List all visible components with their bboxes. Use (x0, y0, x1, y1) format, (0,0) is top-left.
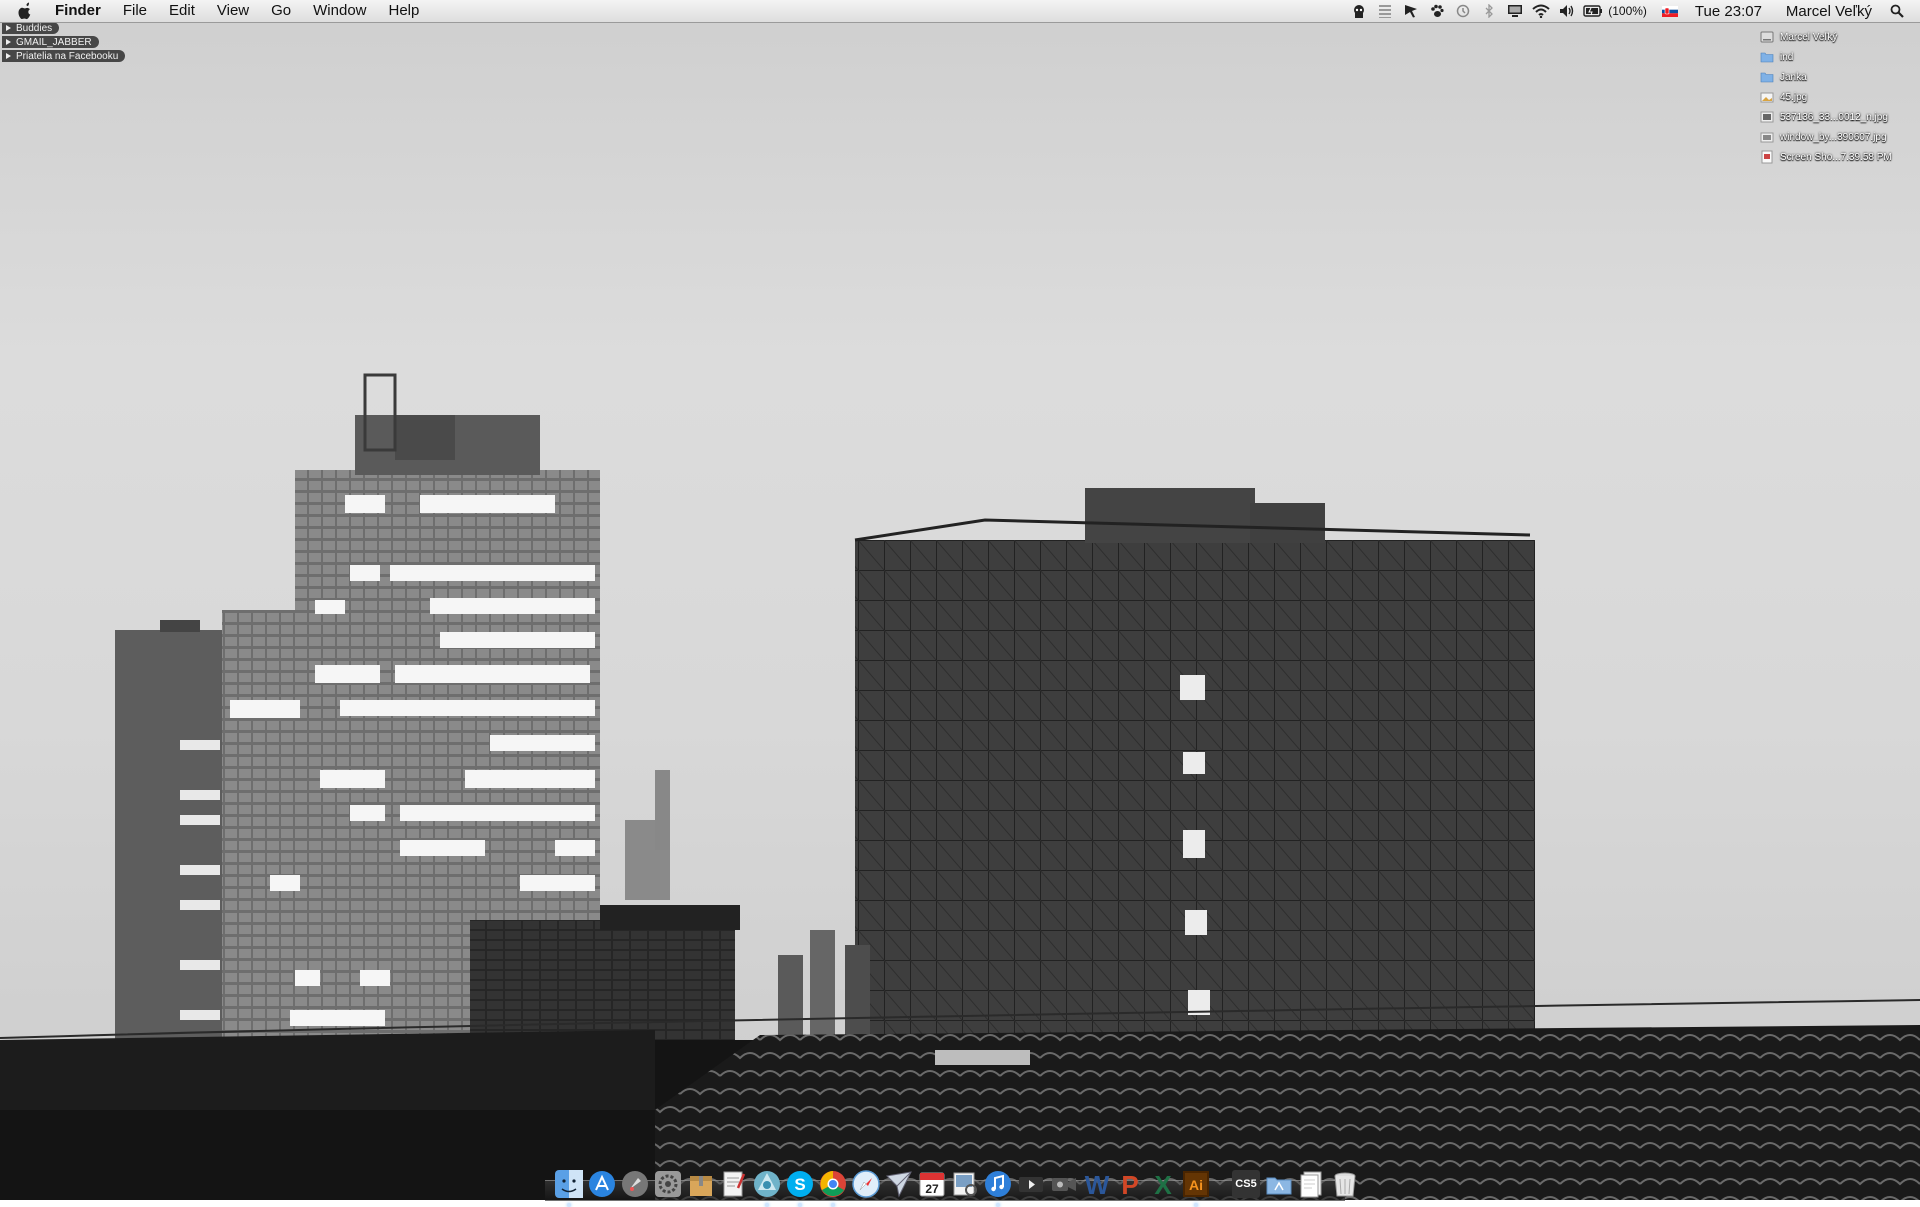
cursor-icon[interactable] (1398, 0, 1424, 22)
buddy-list-widget: Buddies GMAIL_JABBER Priatelia na Facebo… (2, 22, 126, 64)
itunes-icon[interactable] (984, 1168, 1012, 1207)
disclosure-triangle-icon (6, 39, 11, 45)
cs5-label: CS5 (1232, 1170, 1260, 1198)
archive-utility-icon[interactable] (687, 1168, 715, 1200)
menu-window[interactable]: Window (302, 0, 377, 22)
buddy-group-gmail-jabber[interactable]: GMAIL_JABBER (2, 36, 99, 48)
menu-list-icon[interactable] (1372, 0, 1398, 22)
buddy-group-buddies[interactable]: Buddies (2, 22, 60, 34)
facetime-icon[interactable] (1050, 1168, 1078, 1200)
safari-icon[interactable] (852, 1168, 880, 1200)
powerpoint-icon[interactable]: P (1116, 1168, 1144, 1200)
running-indicator (798, 1203, 802, 1207)
buddy-group-label: GMAIL_JABBER (16, 36, 92, 48)
folder-icon (1760, 52, 1774, 63)
desktop-item-drive[interactable]: Marcel Veľký (1760, 27, 1910, 47)
time-machine-icon[interactable] (1450, 0, 1476, 22)
calendar-icon[interactable]: 27 (918, 1168, 946, 1200)
desktop-item-image-537136[interactable]: 537136_33...0012_n.jpg (1760, 107, 1910, 127)
word-icon[interactable]: W (1083, 1168, 1111, 1200)
running-indicator (1194, 1203, 1198, 1207)
trash-icon[interactable] (1331, 1168, 1359, 1200)
dock: S 27 W P X Ai CS5 (555, 1156, 1356, 1207)
word-letter: W (1085, 1170, 1110, 1198)
paw-icon[interactable] (1424, 0, 1450, 22)
chrome-alt-icon[interactable] (753, 1168, 781, 1207)
image-icon (1760, 111, 1774, 123)
image-icon (1760, 92, 1774, 103)
wifi-icon[interactable] (1528, 0, 1554, 22)
desktop-item-label: 537136_33...0012_n.jpg (1780, 111, 1888, 123)
disclosure-triangle-icon (6, 25, 11, 31)
disclosure-triangle-icon (6, 53, 11, 59)
screenshot-icon (1761, 150, 1773, 164)
menu-bar: Finder File Edit View Go Window Help (10… (0, 0, 1920, 23)
calendar-day: 27 (925, 1182, 939, 1196)
desktop-item-folder-janka[interactable]: Janka (1760, 67, 1910, 87)
menu-view[interactable]: View (206, 0, 260, 22)
running-indicator (765, 1203, 769, 1207)
buddy-group-facebook[interactable]: Priatelia na Facebooku (2, 50, 126, 62)
image-icon (1760, 132, 1774, 143)
dvd-player-icon[interactable] (1017, 1168, 1045, 1200)
desktop-item-label: 45.jpg (1780, 91, 1808, 103)
running-indicator (996, 1203, 1000, 1207)
desktop-item-label: Screen Sho...7.39.58 PM (1780, 151, 1892, 163)
buddy-group-label: Buddies (16, 22, 53, 34)
alfred-icon[interactable] (1346, 0, 1372, 22)
desktop-item-screenshot[interactable]: Screen Sho...7.39.58 PM (1760, 147, 1910, 167)
chrome-icon[interactable] (819, 1168, 847, 1207)
battery-percentage: (100%) (1608, 4, 1647, 18)
desktop-items: Marcel Veľký ind Janka 45.jpg 537136_33.… (1760, 27, 1910, 167)
running-indicator (567, 1203, 571, 1207)
launchpad-icon[interactable] (621, 1168, 649, 1200)
ppt-letter: P (1121, 1170, 1138, 1198)
applications-folder-icon[interactable] (1265, 1168, 1293, 1200)
desktop-wallpaper (0, 0, 1920, 1200)
folder-icon (1760, 72, 1774, 83)
menu-help[interactable]: Help (378, 0, 431, 22)
finder-icon[interactable] (555, 1168, 583, 1207)
fast-user-switch[interactable]: Marcel Veľký (1774, 3, 1884, 20)
app-store-icon[interactable] (588, 1168, 616, 1200)
adobe-cs5-folder[interactable]: CS5 (1232, 1168, 1260, 1200)
display-icon[interactable] (1502, 0, 1528, 22)
illustrator-label: Ai (1189, 1177, 1203, 1193)
svg-text:S: S (794, 1175, 805, 1194)
menu-file[interactable]: File (112, 0, 158, 22)
desktop-item-label: Janka (1780, 71, 1807, 83)
desktop-item-label: window_by...390607.jpg (1780, 131, 1887, 143)
desktop-item-image-window[interactable]: window_by...390607.jpg (1760, 127, 1910, 147)
desktop-item-image-45[interactable]: 45.jpg (1760, 87, 1910, 107)
bluetooth-icon[interactable] (1476, 0, 1502, 22)
spotlight-icon[interactable] (1884, 0, 1910, 22)
wallpaper-photo-buildings (0, 373, 1920, 1200)
skype-icon[interactable]: S (786, 1168, 814, 1207)
menubar-clock[interactable]: Tue 23:07 (1683, 3, 1774, 20)
desktop-item-label: ind (1780, 51, 1794, 63)
drive-icon (1760, 31, 1774, 43)
volume-icon[interactable] (1554, 0, 1580, 22)
desktop-item-label: Marcel Veľký (1780, 31, 1838, 43)
excel-letter: X (1154, 1170, 1172, 1198)
excel-icon[interactable]: X (1149, 1168, 1177, 1200)
menu-go[interactable]: Go (260, 0, 302, 22)
menu-app-name[interactable]: Finder (44, 0, 112, 22)
illustrator-icon[interactable]: Ai (1182, 1168, 1210, 1207)
preview-icon[interactable] (951, 1168, 979, 1200)
desktop-item-folder-ind[interactable]: ind (1760, 47, 1910, 67)
documents-stack-icon[interactable] (1298, 1168, 1326, 1200)
buddy-group-label: Priatelia na Facebooku (16, 50, 119, 62)
battery-icon[interactable] (1580, 0, 1606, 22)
running-indicator (831, 1203, 835, 1207)
system-preferences-icon[interactable] (654, 1168, 682, 1200)
mail-icon[interactable] (885, 1168, 913, 1200)
apple-menu-icon[interactable] (14, 0, 36, 22)
flag-sk-icon[interactable] (1657, 0, 1683, 22)
script-editor-icon[interactable] (720, 1168, 748, 1200)
menu-edit[interactable]: Edit (158, 0, 206, 22)
